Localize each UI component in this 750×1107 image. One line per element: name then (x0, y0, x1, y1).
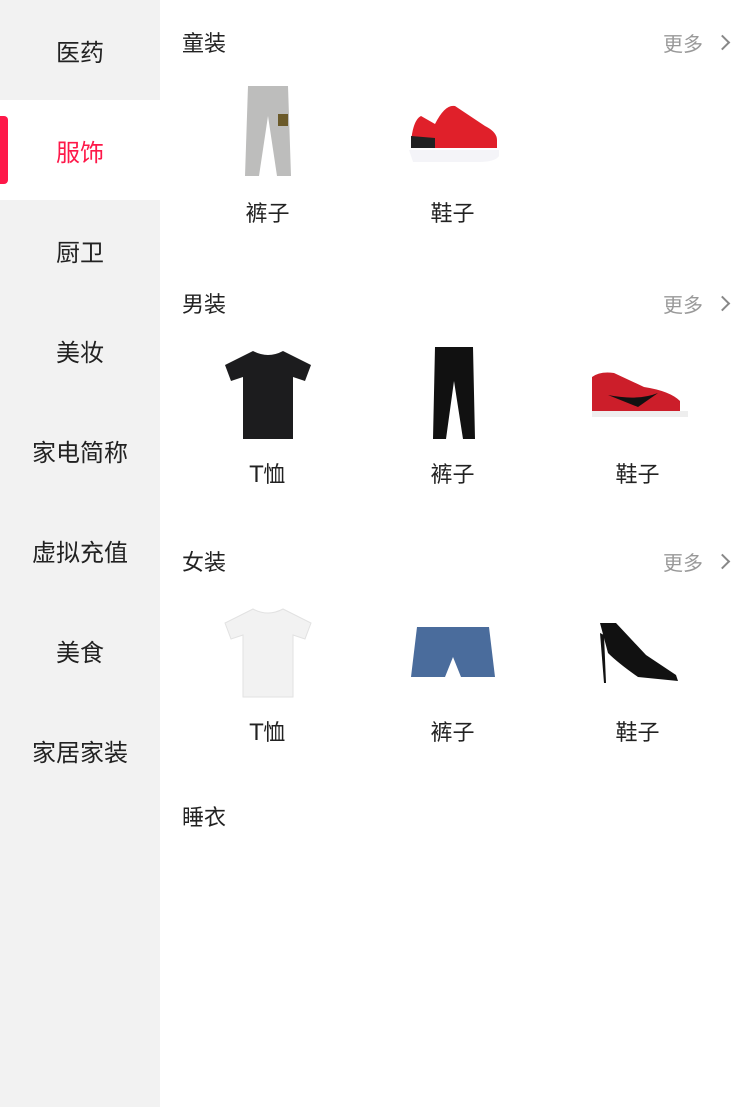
product-label: 鞋子 (615, 721, 660, 746)
sidebar-item-kitchen-bath[interactable]: 厨卫 (0, 200, 160, 300)
product-label: 裤子 (430, 721, 475, 746)
sidebar-item-virtual-topup[interactable]: 虚拟充值 (0, 500, 160, 600)
product-label: 鞋子 (615, 463, 660, 488)
more-label: 更多 (663, 550, 703, 575)
product-item[interactable]: 裤子 (175, 84, 360, 228)
sidebar-item-beauty[interactable]: 美妆 (0, 300, 160, 400)
more-label: 更多 (663, 31, 703, 56)
more-button[interactable]: 更多 (663, 28, 731, 57)
more-button[interactable]: 更多 (663, 547, 731, 576)
chevron-right-icon (714, 34, 731, 50)
product-label: 鞋子 (430, 202, 475, 227)
product-label: 裤子 (430, 463, 475, 488)
pants-image (244, 86, 291, 176)
tshirt-image (223, 608, 312, 698)
shorts-image (410, 627, 495, 677)
product-item[interactable]: T恤 (175, 603, 360, 747)
sneaker-image (408, 105, 499, 162)
tshirt-image (224, 351, 311, 439)
more-label: 更多 (663, 292, 703, 317)
sidebar-item-food[interactable]: 美食 (0, 600, 160, 700)
sidebar-item-apparel[interactable]: 服饰 (0, 100, 160, 200)
section-title: 女装 (182, 551, 227, 576)
more-button[interactable]: 更多 (663, 289, 731, 318)
chevron-right-icon (714, 553, 731, 569)
high-heel-image (599, 623, 678, 683)
sidebar-item-appliances[interactable]: 家电简称 (0, 400, 160, 500)
chevron-right-icon (714, 295, 731, 311)
section-title: 睡衣 (182, 806, 227, 831)
product-item[interactable]: 鞋子 (545, 345, 730, 489)
product-item[interactable]: 鞋子 (545, 603, 730, 747)
section-kids: 童装 更多 裤子 鞋子 (160, 0, 750, 261)
product-label: 裤子 (245, 202, 290, 227)
product-item[interactable]: T恤 (175, 345, 360, 489)
section-women: 女装 更多 T恤 裤子 鞋子 (160, 519, 750, 774)
product-item[interactable]: 裤子 (360, 345, 545, 489)
sneaker-image (591, 372, 688, 417)
product-label: T恤 (249, 463, 286, 488)
section-title: 男装 (182, 293, 227, 318)
sidebar-item-home[interactable]: 家居家装 (0, 700, 160, 800)
section-men: 男装 更多 T恤 裤子 鞋子 (160, 261, 750, 519)
section-sleepwear: 睡衣 (160, 774, 750, 1032)
pants-image (432, 347, 475, 439)
section-title: 童装 (182, 32, 227, 57)
product-item[interactable]: 鞋子 (360, 84, 545, 228)
sidebar-item-medicine[interactable]: 医药 (0, 0, 160, 100)
product-item[interactable]: 裤子 (360, 603, 545, 747)
category-content: 童装 更多 裤子 鞋子 男装 更多 T恤 裤子 鞋子 女装 更多 T恤 裤子 鞋… (160, 0, 750, 1032)
product-label: T恤 (249, 721, 286, 746)
category-sidebar: 医药 服饰 厨卫 美妆 家电简称 虚拟充值 美食 家居家装 (0, 0, 160, 1107)
